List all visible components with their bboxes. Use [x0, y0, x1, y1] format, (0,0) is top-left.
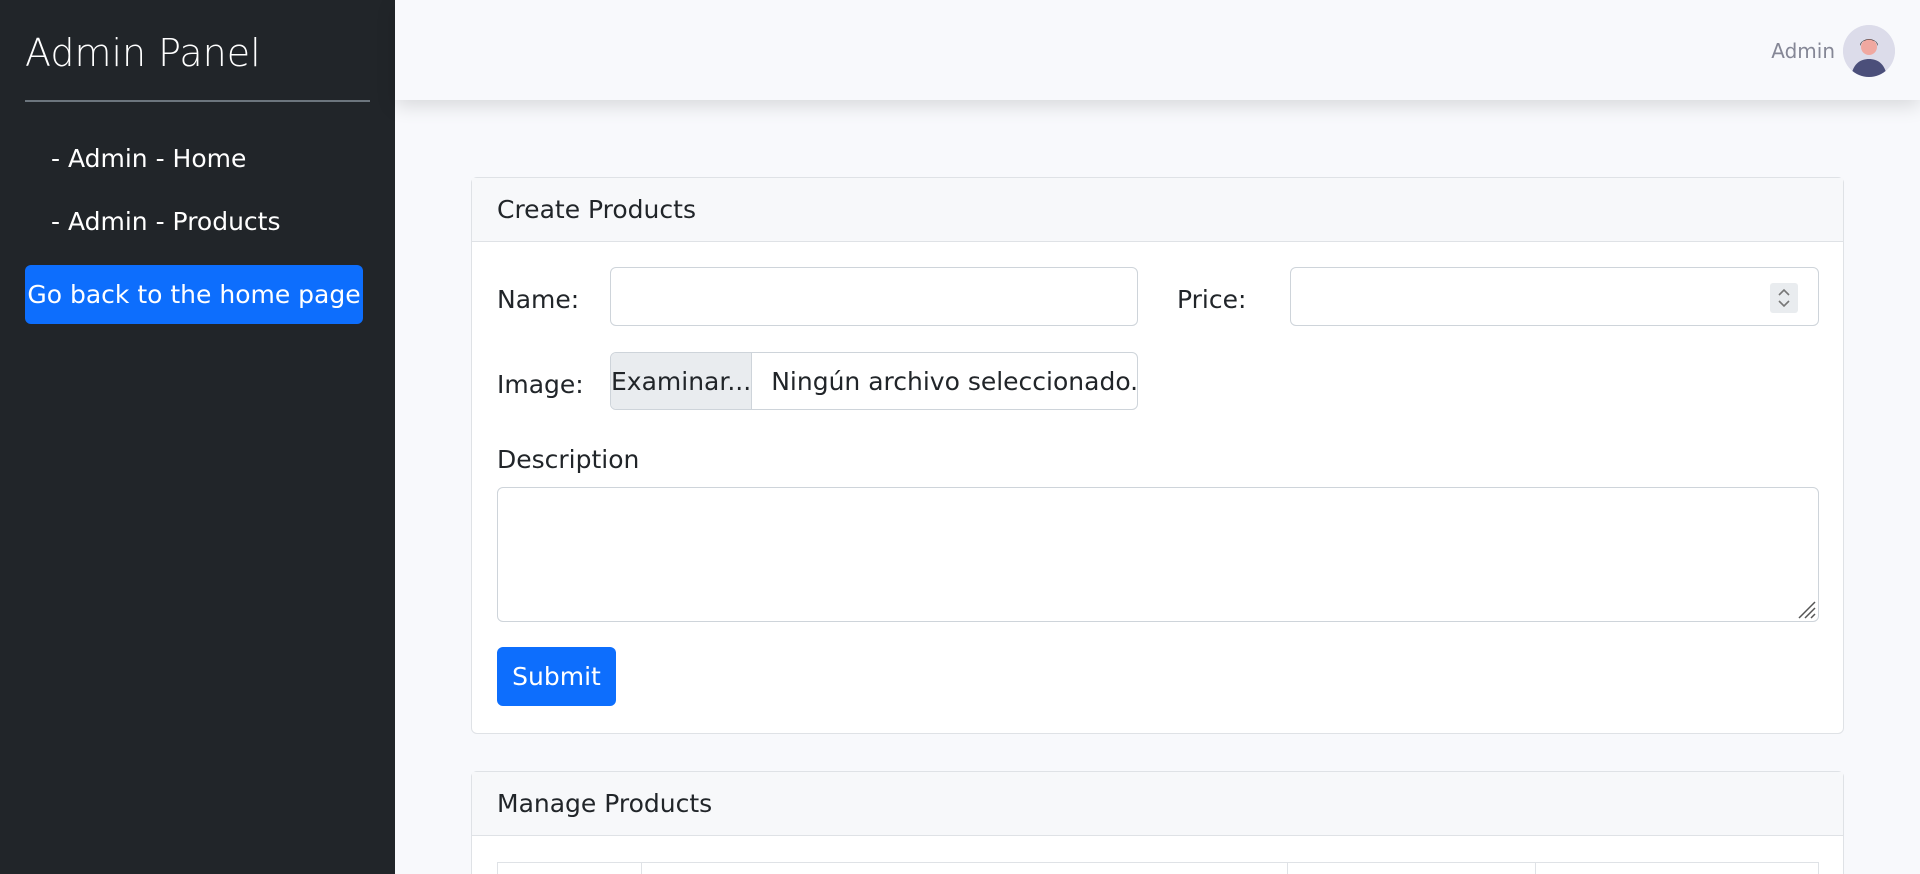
table-column-divider	[641, 863, 642, 874]
create-products-header: Create Products	[472, 178, 1843, 242]
resize-handle-icon[interactable]	[1796, 599, 1816, 619]
price-label: Price:	[1177, 285, 1247, 314]
file-status: Ningún archivo seleccionado.	[771, 366, 1138, 396]
sidebar: Admin Panel - Admin - Home - Admin - Pro…	[0, 0, 395, 874]
name-label: Name:	[497, 285, 580, 314]
sidebar-title: Admin Panel	[25, 0, 370, 102]
create-products-card: Create Products Name: Price: Image: Exam…	[471, 177, 1844, 734]
image-label: Image:	[497, 370, 584, 399]
browse-button[interactable]: Examinar...	[611, 353, 753, 409]
sidebar-nav: - Admin - Home - Admin - Products	[25, 102, 370, 255]
products-table	[497, 862, 1819, 874]
go-home-button[interactable]: Go back to the home page	[25, 265, 363, 324]
manage-products-header: Manage Products	[472, 772, 1843, 836]
description-textarea[interactable]	[497, 487, 1819, 622]
manage-products-card: Manage Products	[471, 771, 1844, 874]
description-label: Description	[497, 445, 640, 474]
user-name: Admin	[1771, 39, 1835, 63]
table-column-divider	[1535, 863, 1536, 874]
image-file-input[interactable]: Examinar... Ningún archivo seleccionado.	[610, 352, 1138, 410]
nav-link-admin-home[interactable]: - Admin - Home	[25, 129, 370, 192]
topbar: Admin	[395, 0, 1920, 100]
table-column-divider	[1287, 863, 1288, 874]
submit-button[interactable]: Submit	[497, 647, 616, 706]
price-spinner[interactable]	[1770, 283, 1798, 313]
user-menu[interactable]: Admin	[1771, 25, 1895, 77]
user-avatar-icon[interactable]	[1843, 25, 1895, 77]
price-input[interactable]	[1290, 267, 1819, 326]
name-input[interactable]	[610, 267, 1138, 326]
nav-link-admin-products[interactable]: - Admin - Products	[25, 192, 370, 255]
spinner-chevron-icon	[1778, 288, 1790, 308]
